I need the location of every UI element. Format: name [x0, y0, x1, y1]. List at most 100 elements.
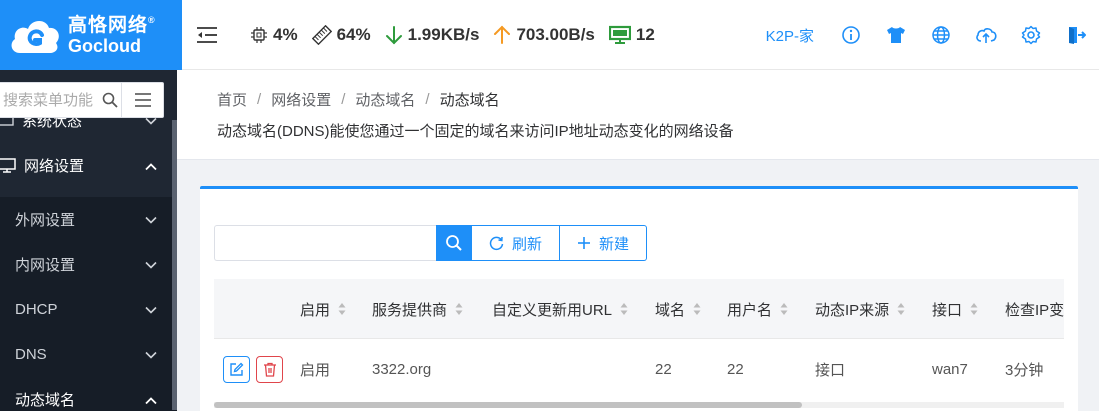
table-search-input[interactable]	[214, 225, 436, 261]
cloud-upload-icon[interactable]	[975, 24, 997, 46]
chevron-down-icon	[145, 346, 157, 363]
sort-icon[interactable]	[693, 302, 701, 316]
sort-icon[interactable]	[620, 302, 628, 316]
ddns-card: 刷新 新建 启用 服务提供商 自定义更新用URL 域名 用户名 动态IP来源 接…	[200, 186, 1078, 411]
chevron-down-icon	[145, 256, 157, 273]
cell-domain: 22	[655, 360, 672, 378]
sidebar-item-label: 内网设置	[15, 257, 76, 274]
memory-value: 64%	[336, 24, 371, 44]
sort-icon[interactable]	[780, 302, 788, 316]
sidebar: 系统状态 网络设置 外网设置 内网设置 DHCP DNS 动态域名	[0, 70, 177, 411]
monitor-icon	[0, 157, 16, 174]
edit-button[interactable]	[223, 355, 250, 383]
info-icon[interactable]	[840, 24, 862, 46]
upload-value: 703.00B/s	[516, 24, 595, 44]
breadcrumb: 首页 / 网络设置 / 动态域名 / 动态域名	[217, 89, 500, 110]
column-header-interface[interactable]: 接口	[932, 279, 978, 339]
cpu-stat: 4%	[250, 25, 298, 45]
sidebar-item-ddns[interactable]: 动态域名	[0, 377, 177, 411]
column-header-ip-source[interactable]: 动态IP来源	[815, 279, 905, 339]
column-header-custom-url[interactable]: 自定义更新用URL	[492, 279, 628, 339]
new-label: 新建	[599, 235, 630, 253]
tshirt-icon[interactable]	[885, 24, 907, 46]
download-value: 1.99KB/s	[407, 24, 480, 44]
collapse-menu-icon[interactable]	[194, 22, 220, 48]
monitor-icon	[608, 25, 631, 45]
sidebar-item-network-settings[interactable]: 网络设置	[0, 143, 177, 188]
sidebar-item-label: DNS	[15, 346, 47, 363]
column-label: 服务提供商	[372, 301, 448, 319]
table-toolbar: 刷新 新建	[214, 225, 648, 261]
refresh-icon	[489, 236, 504, 251]
sidebar-item-label: DHCP	[15, 301, 58, 318]
cpu-icon	[250, 26, 268, 44]
delete-button[interactable]	[256, 355, 283, 383]
registered-mark: ®	[148, 14, 156, 25]
column-label: 检查IP变	[1005, 301, 1065, 319]
column-label: 动态IP来源	[815, 301, 890, 319]
trash-icon	[263, 362, 277, 377]
table-row[interactable]: 启用 3322.org 22 22 接口 wan7 3分钟	[214, 339, 1064, 399]
sort-icon[interactable]	[970, 302, 978, 316]
table-horizontal-scrollbar[interactable]	[214, 402, 1064, 408]
device-name-link[interactable]: K2P-家	[766, 25, 814, 46]
clients-stat: 12	[608, 24, 655, 45]
sidebar-item-wan-settings[interactable]: 外网设置	[0, 197, 177, 242]
download-stat: 1.99KB/s	[385, 24, 480, 45]
cell-ip-source: 接口	[815, 361, 846, 379]
cell-enabled: 启用	[300, 361, 331, 379]
logout-icon[interactable]	[1065, 24, 1087, 46]
column-label: 自定义更新用URL	[492, 301, 613, 319]
refresh-label: 刷新	[512, 235, 543, 253]
sort-icon[interactable]	[897, 302, 905, 316]
column-header-enabled[interactable]: 启用	[300, 279, 346, 339]
sidebar-scrollbar[interactable]	[172, 120, 177, 410]
plus-icon	[577, 236, 591, 250]
memory-stat: 64%	[311, 24, 371, 45]
sidebar-item-label: 网络设置	[24, 158, 85, 175]
column-header-provider[interactable]: 服务提供商	[372, 279, 463, 339]
arrow-down-icon	[385, 25, 403, 45]
sidebar-item-dns[interactable]: DNS	[0, 332, 177, 377]
cell-username: 22	[727, 360, 744, 378]
column-label: 接口	[932, 301, 963, 319]
table-header: 启用 服务提供商 自定义更新用URL 域名 用户名 动态IP来源 接口 检查IP…	[214, 279, 1064, 339]
cell-interface: wan7	[932, 360, 968, 378]
arrow-up-icon	[493, 25, 511, 45]
chevron-down-icon	[145, 211, 157, 228]
brand-logo: 高恪网络® Gocloud	[0, 0, 182, 70]
sidebar-item-dhcp[interactable]: DHCP	[0, 287, 177, 332]
menu-toggle-icon[interactable]	[121, 83, 163, 117]
menu-search-box	[0, 82, 164, 118]
search-button[interactable]	[436, 225, 472, 261]
scrollbar-thumb[interactable]	[214, 402, 802, 408]
sidebar-item-label: 外网设置	[15, 212, 76, 229]
breadcrumb-current: 动态域名	[439, 92, 500, 109]
page-header: 首页 / 网络设置 / 动态域名 / 动态域名 动态域名(DDNS)能使您通过一…	[177, 70, 1099, 160]
breadcrumb-ddns[interactable]: 动态域名	[355, 89, 415, 110]
column-header-username[interactable]: 用户名	[727, 279, 788, 339]
menu-search-input[interactable]	[0, 91, 99, 109]
top-bar: 4% 64% 1.99KB/s 703.00B/s 12 K2P-家	[182, 0, 1099, 70]
column-header-domain[interactable]: 域名	[655, 279, 701, 339]
sort-icon[interactable]	[338, 302, 346, 316]
search-icon[interactable]	[99, 92, 121, 108]
refresh-button[interactable]: 刷新	[472, 225, 561, 261]
sort-icon[interactable]	[455, 302, 463, 316]
breadcrumb-network[interactable]: 网络设置	[271, 89, 331, 110]
column-header-check-ip[interactable]: 检查IP变	[1005, 279, 1064, 339]
chevron-down-icon	[145, 301, 157, 318]
row-actions	[223, 339, 283, 399]
cell-check-interval: 3分钟	[1005, 361, 1044, 379]
globe-icon[interactable]	[930, 24, 952, 46]
cell-provider: 3322.org	[372, 360, 432, 378]
column-label: 用户名	[727, 301, 773, 319]
upload-stat: 703.00B/s	[493, 24, 595, 45]
gear-icon[interactable]	[1020, 24, 1042, 46]
clients-value: 12	[635, 24, 655, 44]
new-button[interactable]: 新建	[560, 225, 648, 261]
sidebar-item-lan-settings[interactable]: 内网设置	[0, 242, 177, 287]
cloud-logo-icon	[8, 13, 62, 57]
breadcrumb-home[interactable]: 首页	[217, 89, 247, 110]
search-icon	[445, 234, 463, 252]
